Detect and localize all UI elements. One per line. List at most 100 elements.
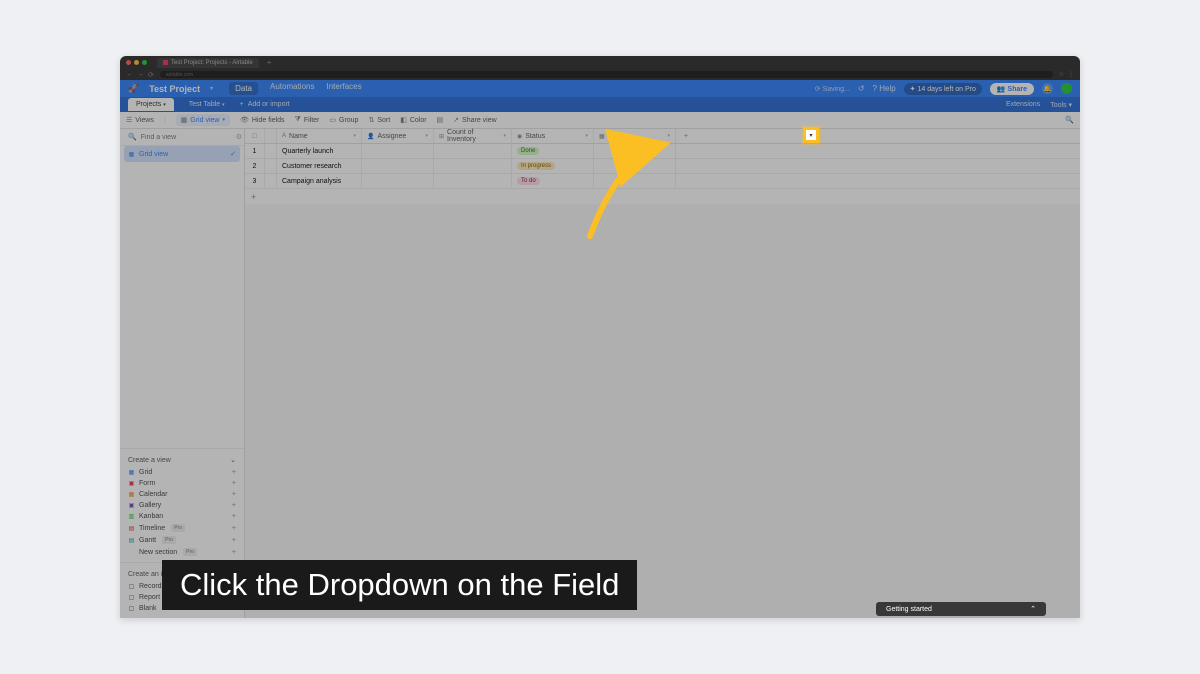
create-form[interactable]: ▣Form+ (128, 478, 236, 489)
tab-title: Test Project: Projects - Airtable (171, 60, 253, 66)
row-number: 1 (245, 144, 265, 158)
tools-button[interactable]: Tools ▾ (1050, 101, 1072, 109)
filter-button[interactable]: ⧩ Filter (295, 116, 320, 124)
nav-arrows: ← → ⟳ (126, 71, 154, 79)
add-field-button[interactable]: + (676, 129, 696, 143)
cell-status[interactable]: To do (512, 174, 594, 188)
history-icon[interactable]: ↺ (858, 84, 865, 93)
cell-name[interactable]: Quarterly launch (277, 144, 362, 158)
create-calendar[interactable]: ▦Calendar+ (128, 489, 236, 500)
cell-status[interactable]: Done (512, 144, 594, 158)
nav-interfaces[interactable]: Interfaces (326, 82, 361, 95)
gear-icon[interactable]: ⚙ (236, 133, 242, 141)
cell-count[interactable] (434, 144, 512, 158)
sort-button[interactable]: ⇅ Sort (368, 116, 390, 124)
grid-header-row: ☐ AName▾ 👤Assignee▾ ⊞Count of Inventory▾… (245, 129, 1080, 144)
help-button[interactable]: ? Help (873, 84, 896, 93)
browser-tab[interactable]: Test Project: Projects - Airtable (157, 58, 259, 68)
nav-data[interactable]: Data (229, 82, 258, 95)
cell-assignee[interactable] (362, 174, 434, 188)
create-gantt[interactable]: ▤GanttPro+ (128, 534, 236, 546)
close-window-icon[interactable] (126, 60, 131, 65)
expand-record-button[interactable] (265, 159, 277, 173)
current-view[interactable]: ▦ Grid view ▾ (176, 114, 230, 126)
table-tab-test[interactable]: Test Table ▾ (182, 99, 232, 110)
base-name[interactable]: Test Project (149, 84, 200, 94)
saving-indicator: ⟳ Saving... (815, 85, 850, 93)
column-status[interactable]: ◉Status▾ (512, 129, 594, 143)
cell-status[interactable]: In progress (512, 159, 594, 173)
cell-name[interactable]: Campaign analysis (277, 174, 362, 188)
extensions-button[interactable]: Extensions (1006, 101, 1040, 109)
color-button[interactable]: ◧ Color (400, 116, 426, 124)
cell-assignee[interactable] (362, 144, 434, 158)
expand-record-button[interactable] (265, 174, 277, 188)
chevron-down-icon: ⌄ (230, 456, 236, 464)
create-view-header[interactable]: Create a view ⌄ (128, 453, 236, 467)
notifications-icon[interactable]: 🔔 (1042, 83, 1053, 94)
add-record-button[interactable]: + (245, 189, 1080, 204)
create-grid[interactable]: ▦Grid+ (128, 467, 236, 478)
base-dropdown-icon[interactable]: ▾ (210, 85, 213, 92)
table-tab-projects[interactable]: Projects ▾ (128, 98, 174, 111)
column-assignee[interactable]: 👤Assignee▾ (362, 129, 434, 143)
row-number: 2 (245, 159, 265, 173)
cell-assignee[interactable] (362, 159, 434, 173)
expand-record-button[interactable] (265, 144, 277, 158)
share-button[interactable]: 👥 Share (990, 83, 1034, 95)
column-blank[interactable]: ▦▾ (594, 129, 676, 143)
field-dropdown-highlight[interactable]: ▾ (803, 127, 819, 143)
forward-icon[interactable]: → (137, 71, 144, 79)
new-tab-button[interactable]: + (267, 58, 272, 67)
cell-blank[interactable] (594, 174, 676, 188)
chevron-down-icon: ▾ (353, 133, 356, 139)
table-row[interactable]: 2 Customer research In progress (245, 159, 1080, 174)
menu-icon[interactable]: ⋮ (1068, 71, 1074, 78)
cell-blank[interactable] (594, 159, 676, 173)
chevron-up-icon: ⌃ (1030, 605, 1036, 613)
select-all-checkbox[interactable]: ☐ (245, 129, 265, 143)
table-row[interactable]: 1 Quarterly launch Done (245, 144, 1080, 159)
favicon-icon (163, 60, 168, 65)
extension-icon[interactable]: ☆ (1059, 71, 1064, 78)
cell-count[interactable] (434, 174, 512, 188)
reload-icon[interactable]: ⟳ (148, 71, 154, 79)
address-bar[interactable]: airtable.com (160, 71, 1053, 78)
getting-started-panel[interactable]: Getting started ⌃ (876, 602, 1046, 616)
cell-blank[interactable] (594, 144, 676, 158)
sidebar-view-grid[interactable]: ▦ Grid view ✓ (124, 146, 240, 162)
create-gallery[interactable]: ▣Gallery+ (128, 500, 236, 511)
browser-tab-bar: Test Project: Projects - Airtable + (120, 56, 1080, 69)
check-icon: ✓ (230, 150, 236, 158)
nav-automations[interactable]: Automations (270, 82, 314, 95)
create-timeline[interactable]: ▤TimelinePro+ (128, 522, 236, 534)
table-row[interactable]: 3Campaign analysisTo do (245, 174, 1080, 189)
back-icon[interactable]: ← (126, 71, 133, 79)
find-view[interactable]: 🔍 ⚙ (120, 129, 244, 146)
create-kanban[interactable]: ▥Kanban+ (128, 511, 236, 522)
base-icon: 🚀 (128, 83, 139, 94)
minimize-window-icon[interactable] (134, 60, 139, 65)
hide-fields-button[interactable]: 👁 Hide fields (240, 116, 285, 124)
group-button[interactable]: ▭ Group (329, 116, 358, 124)
find-view-input[interactable] (141, 134, 232, 141)
column-count[interactable]: ⊞Count of Inventory▾ (434, 129, 512, 143)
views-toggle[interactable]: ☰ Views (126, 116, 154, 124)
avatar[interactable] (1061, 83, 1072, 94)
chevron-down-icon: ▾ (809, 132, 812, 139)
cell-name[interactable]: Customer research (277, 159, 362, 173)
chevron-down-icon: ▾ (585, 133, 588, 139)
maximize-window-icon[interactable] (142, 60, 147, 65)
cell-count[interactable] (434, 159, 512, 173)
add-import-button[interactable]: + Add or import (240, 101, 290, 108)
column-name[interactable]: AName▾ (277, 129, 362, 143)
user-field-icon: 👤 (367, 133, 374, 140)
create-new-section[interactable]: New sectionPro+ (128, 546, 236, 558)
row-height-button[interactable]: ▤ (437, 116, 444, 124)
trial-badge[interactable]: ✦ 14 days left on Pro (904, 83, 982, 95)
sidebar: 🔍 ⚙ ▦ Grid view ✓ Create a view ⌄ ▦Grid+… (120, 129, 245, 618)
grid-table: ☐ AName▾ 👤Assignee▾ ⊞Count of Inventory▾… (245, 129, 1080, 204)
search-icon[interactable]: 🔍 (1065, 116, 1074, 124)
window-controls[interactable] (126, 60, 147, 65)
share-view-button[interactable]: ↗ Share view (453, 116, 497, 124)
